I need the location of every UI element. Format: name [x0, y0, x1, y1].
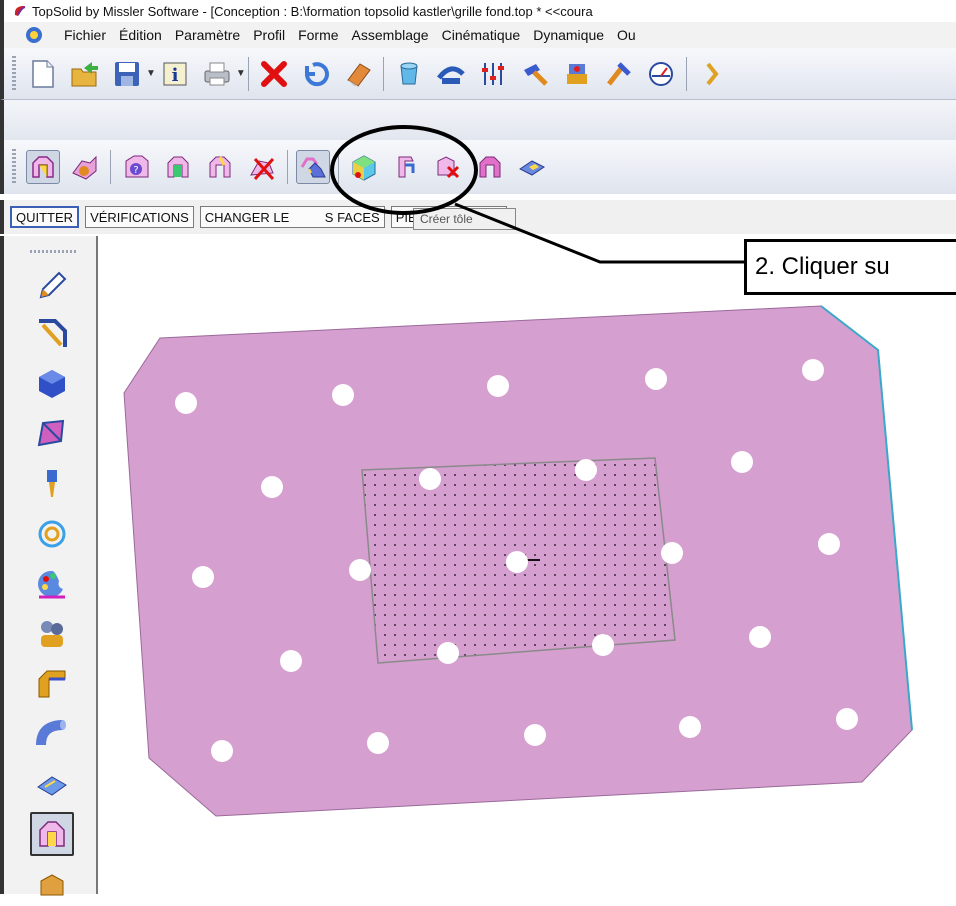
hole	[818, 533, 840, 555]
hole	[592, 634, 614, 656]
annotation-callout: 2. Cliquer su	[744, 239, 956, 295]
annotation-highlight-ellipse	[330, 125, 478, 215]
hole	[437, 642, 459, 664]
hole	[836, 708, 858, 730]
hole	[367, 732, 389, 754]
hole	[419, 468, 441, 490]
hole	[175, 392, 197, 414]
hole	[332, 384, 354, 406]
hole	[731, 451, 753, 473]
hole	[802, 359, 824, 381]
hole	[661, 542, 683, 564]
hole	[261, 476, 283, 498]
annotation-leader-line	[454, 202, 744, 264]
hole	[524, 724, 546, 746]
hole	[211, 740, 233, 762]
viewport-graphics	[123, 125, 913, 817]
hole	[487, 375, 509, 397]
hole	[192, 566, 214, 588]
hole	[575, 459, 597, 481]
hole	[280, 650, 302, 672]
hole	[679, 716, 701, 738]
hole	[749, 626, 771, 648]
hole	[645, 368, 667, 390]
hole	[506, 551, 528, 573]
hole	[349, 559, 371, 581]
